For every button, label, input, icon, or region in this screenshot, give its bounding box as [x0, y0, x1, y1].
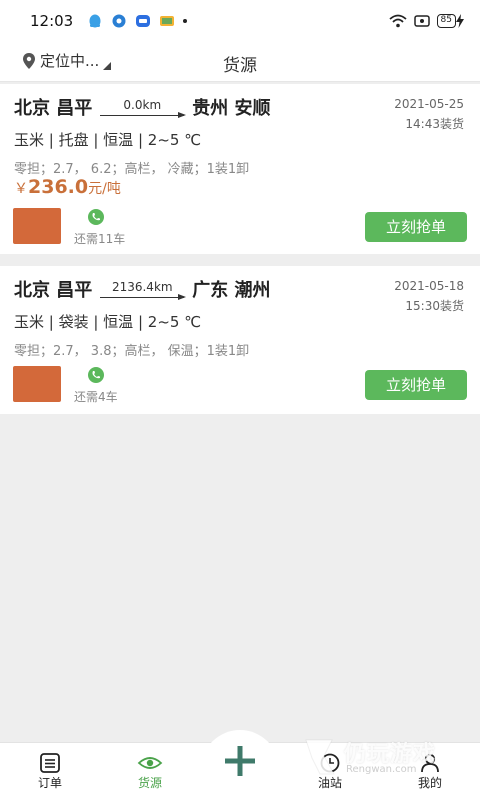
- app-notification-icon: [112, 14, 126, 28]
- watermark: 仍玩游戏 Rengwan.com: [300, 732, 476, 778]
- tab-cargo[interactable]: 货源: [105, 743, 195, 800]
- route-arrow-icon: [100, 294, 187, 300]
- remaining-trucks: 还需11车: [74, 232, 126, 246]
- app-header: 定位中... 货源: [0, 42, 480, 82]
- watermark-subtext: Rengwan.com: [346, 764, 417, 775]
- tab-label: 订单: [37, 776, 62, 790]
- battery-icon: 85: [436, 14, 464, 28]
- loading-time: 2021-05-18 15:30装货: [394, 276, 464, 316]
- system-icons: 85: [388, 14, 464, 28]
- publish-button[interactable]: [201, 730, 279, 790]
- loading-date: 2021-05-18: [394, 279, 464, 293]
- eye-icon: [137, 757, 163, 769]
- price-symbol: ￥: [14, 181, 28, 197]
- route: 北京 昌平 2136.4km 广东 潮州: [14, 276, 271, 302]
- price-value: 236.0: [28, 176, 89, 198]
- more-notifications-dot: [183, 19, 188, 23]
- destination-city: 广东 潮州: [192, 280, 271, 301]
- route: 北京 昌平 0.0km 贵州 安顺: [14, 94, 271, 120]
- status-bar: 12:03 85: [0, 0, 480, 42]
- cargo-details: 零担；2.7， 6.2；高栏， 冷藏；1装1卸: [14, 162, 250, 177]
- message-icon: [136, 15, 151, 27]
- grab-order-button[interactable]: 立刻抢单: [365, 212, 467, 242]
- route-distance: 0.0km: [100, 98, 187, 120]
- route-arrow-icon: [100, 112, 187, 118]
- cargo-specs: 玉米 | 袋装 | 恒温 | 2~5 ℃: [14, 313, 202, 331]
- battery-level: 85: [436, 14, 456, 28]
- cargo-card[interactable]: 北京 昌平 0.0km 贵州 安顺 2021-05-25 14:43装货 玉米 …: [0, 84, 480, 254]
- charging-icon: [456, 14, 464, 28]
- route-distance: 2136.4km: [100, 280, 187, 302]
- loading-hour: 15:30装货: [405, 299, 464, 313]
- tab-orders[interactable]: 订单: [5, 743, 95, 800]
- origin-city: 北京 昌平: [14, 280, 93, 301]
- price: ￥236.0元/吨: [14, 176, 121, 198]
- avatar: [13, 366, 61, 402]
- phone-icon[interactable]: [87, 208, 105, 226]
- loading-time: 2021-05-25 14:43装货: [394, 94, 464, 134]
- tab-label: 货源: [137, 776, 162, 790]
- plus-icon: [225, 746, 255, 776]
- price-unit: 元/吨: [88, 181, 121, 197]
- screen-record-icon: [413, 15, 430, 27]
- game-icon: [160, 16, 175, 26]
- remaining-trucks: 还需4车: [74, 390, 118, 404]
- origin-city: 北京 昌平: [14, 98, 93, 119]
- distance-value: 0.0km: [123, 98, 162, 112]
- avatar: [13, 208, 61, 244]
- cargo-card[interactable]: 北京 昌平 2136.4km 广东 潮州 2021-05-18 15:30装货 …: [0, 266, 480, 414]
- cargo-details: 零担；2.7， 3.8；高栏， 保温；1装1卸: [14, 344, 250, 359]
- watermark-logo-icon: [305, 739, 335, 775]
- qq-icon: [89, 14, 101, 28]
- cargo-specs: 玉米 | 托盘 | 恒温 | 2~5 ℃: [14, 131, 202, 149]
- loading-date: 2021-05-25: [394, 97, 464, 111]
- loading-hour: 14:43装货: [405, 117, 464, 131]
- notification-icons: [87, 13, 188, 29]
- status-time: 12:03: [30, 12, 74, 30]
- order-list-icon: [40, 753, 60, 773]
- grab-order-button[interactable]: 立刻抢单: [365, 370, 467, 400]
- destination-city: 贵州 安顺: [192, 98, 271, 119]
- wifi-icon: [388, 14, 407, 28]
- page-title: 货源: [223, 56, 257, 76]
- phone-icon[interactable]: [87, 366, 105, 384]
- distance-value: 2136.4km: [111, 280, 173, 294]
